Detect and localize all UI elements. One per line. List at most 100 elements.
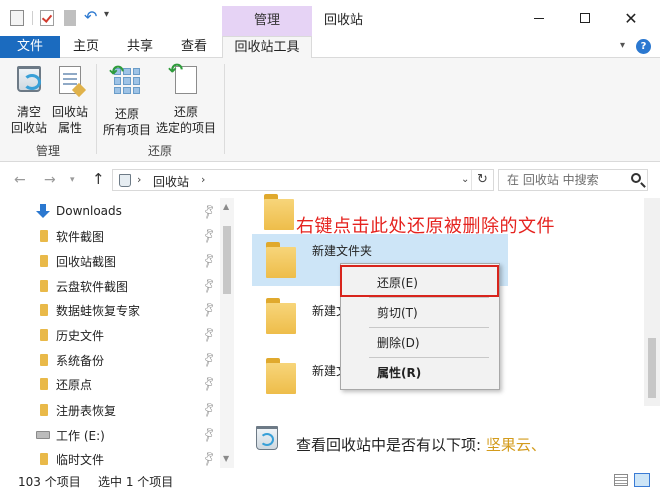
minimize-icon [534,17,544,19]
pin-icon[interactable]: 📌︎ [200,400,219,418]
menu-item-properties[interactable]: 属性(R) [341,360,499,386]
recycle-bin-icon [119,174,131,187]
nav-item-data-recovery[interactable]: 数据蛙恢复专家 📌︎ [0,298,220,322]
maximize-button[interactable] [562,0,608,36]
tutorial-caption: 查看回收站中是否有以下项: 坚果云、 [296,434,546,455]
pin-icon[interactable]: 📌︎ [200,300,219,318]
quick-access-separator [32,11,33,25]
folder-icon[interactable] [266,358,296,394]
folder-icon[interactable] [266,242,296,278]
nav-item-label: 历史文件 [56,329,105,343]
title-bar: ↶ ▾ 管理 回收站 ✕ [0,0,660,36]
pin-icon[interactable]: 📌︎ [200,226,219,244]
pin-icon[interactable]: 📌︎ [200,449,219,467]
nav-item-history-files[interactable]: 历史文件 📌︎ [0,323,220,347]
tutorial-annotation: 右键点击此处还原被删除的文件 [296,216,555,237]
folder-icon[interactable] [266,298,296,334]
nav-item-restore-point[interactable]: 还原点 📌︎ [0,372,220,396]
scrollbar-thumb[interactable] [648,338,656,398]
nav-item-label: 临时文件 [56,453,105,467]
recycle-bin-icon [13,66,45,98]
large-icons-view-icon[interactable] [634,473,650,487]
nav-item-registry-recovery[interactable]: 注册表恢复 📌︎ [0,398,220,422]
menu-item-cut[interactable]: 剪切(T) [341,300,499,326]
selected-count: 选中 1 个项目 [98,475,174,489]
file-name[interactable]: 新建文件夹 [312,242,372,259]
help-icon[interactable]: ? [636,39,651,54]
pin-icon[interactable]: 📌︎ [200,276,219,294]
caption-main: 查看回收站中是否有以下项: [296,436,486,454]
refresh-icon[interactable]: ↻ [471,170,493,190]
recycle-bin-properties-button[interactable]: 回收站 属性 [48,64,92,136]
restore-all-label-1: 还原 [114,107,139,121]
tab-share[interactable]: 共享 [118,36,162,58]
tab-view[interactable]: 查看 [172,36,216,58]
restore-all-items-button[interactable]: ↶ 还原 所有项目 [98,64,156,138]
caption-tail: 坚果云、 [485,436,546,454]
pin-icon[interactable]: 📌︎ [200,350,219,368]
new-folder-quick-access-icon[interactable] [64,10,76,26]
menu-separator [369,357,489,358]
pin-icon[interactable]: 📌︎ [200,425,219,443]
pin-icon[interactable]: 📌︎ [200,325,219,343]
nav-item-label: 注册表恢复 [56,404,117,418]
address-dropdown-icon[interactable]: ⌄ [461,174,469,185]
recycle-bin-properties-label-1: 回收站 [51,105,88,119]
properties-document-icon [54,66,86,98]
nav-item-recycle-screenshots[interactable]: 回收站截图 📌︎ [0,249,220,273]
tab-file[interactable]: 文件 [0,36,60,58]
minimize-button[interactable] [516,0,562,36]
search-input[interactable] [499,170,619,190]
pin-icon[interactable]: 📌︎ [200,202,219,220]
breadcrumb-chevron-icon[interactable]: › [201,173,205,186]
file-name[interactable]: 新建文件夹 [312,302,342,319]
nav-item-cloud-screenshots[interactable]: 云盘软件截图 📌︎ [0,274,220,298]
close-button[interactable]: ✕ [608,0,654,36]
breadcrumb-chevron-icon[interactable]: › [137,173,141,186]
menu-item-delete[interactable]: 删除(D) [341,330,499,356]
restore-all-icon: ↶ [109,64,143,100]
nav-item-label: Downloads [56,204,122,218]
nav-item-software-screenshots[interactable]: 软件截图 📌︎ [0,224,220,248]
up-arrow-icon[interactable]: ↑ [92,170,105,188]
scroll-down-arrow-icon[interactable]: ▼ [223,454,229,463]
navigation-scrollbar[interactable]: ▲ ▼ [220,198,234,468]
details-view-icon[interactable] [614,474,628,486]
folder-icon [40,304,48,316]
quick-access-dropdown-icon[interactable]: ▾ [104,9,109,25]
recent-locations-chevron-icon[interactable]: ▾ [70,175,75,185]
recycle-bin-icon [256,426,278,450]
pin-icon[interactable]: 📌︎ [200,374,219,392]
folder-icon [40,453,48,465]
back-arrow-icon[interactable]: ← [14,172,26,188]
search-box[interactable] [498,169,648,191]
undo-icon[interactable]: ↶ [84,8,97,26]
menu-separator [369,327,489,328]
folder-icon [40,378,48,390]
properties-quick-access-icon[interactable] [10,10,24,26]
tab-home[interactable]: 主页 [64,36,108,58]
forward-arrow-icon[interactable]: → [44,172,56,188]
folder-icon [40,255,48,267]
checkmark-quick-access-icon[interactable] [40,10,54,26]
scroll-up-arrow-icon[interactable]: ▲ [223,202,229,211]
breadcrumb-recycle-bin[interactable]: 回收站 [153,173,189,190]
pin-icon[interactable]: 📌︎ [200,251,219,269]
nav-item-downloads[interactable]: Downloads 📌︎ [0,200,220,224]
nav-item-label: 工作 (E:) [56,429,105,443]
folder-icon[interactable] [264,194,294,230]
address-field[interactable]: › 回收站 › ⌄ ↻ [112,169,494,191]
scrollbar-thumb[interactable] [223,226,231,294]
search-icon[interactable] [631,173,641,183]
recycle-bin-properties-label-2: 属性 [57,121,82,135]
nav-item-label: 软件截图 [56,230,105,244]
nav-item-system-backup[interactable]: 系统备份 📌︎ [0,348,220,372]
empty-recycle-bin-button[interactable]: 清空 回收站 [6,64,52,136]
chevron-down-icon[interactable]: ▾ [620,40,625,51]
restore-selected-items-button[interactable]: ↶ 还原 选定的项目 [152,62,220,136]
content-scrollbar[interactable] [644,198,660,406]
restore-selected-label-2: 选定的项目 [155,121,216,135]
tab-recycle-bin-tools[interactable]: 回收站工具 [222,36,312,59]
nav-item-work-drive[interactable]: 工作 (E:) 📌︎ [0,423,220,447]
file-name[interactable]: 新建文件夹 [312,362,342,379]
